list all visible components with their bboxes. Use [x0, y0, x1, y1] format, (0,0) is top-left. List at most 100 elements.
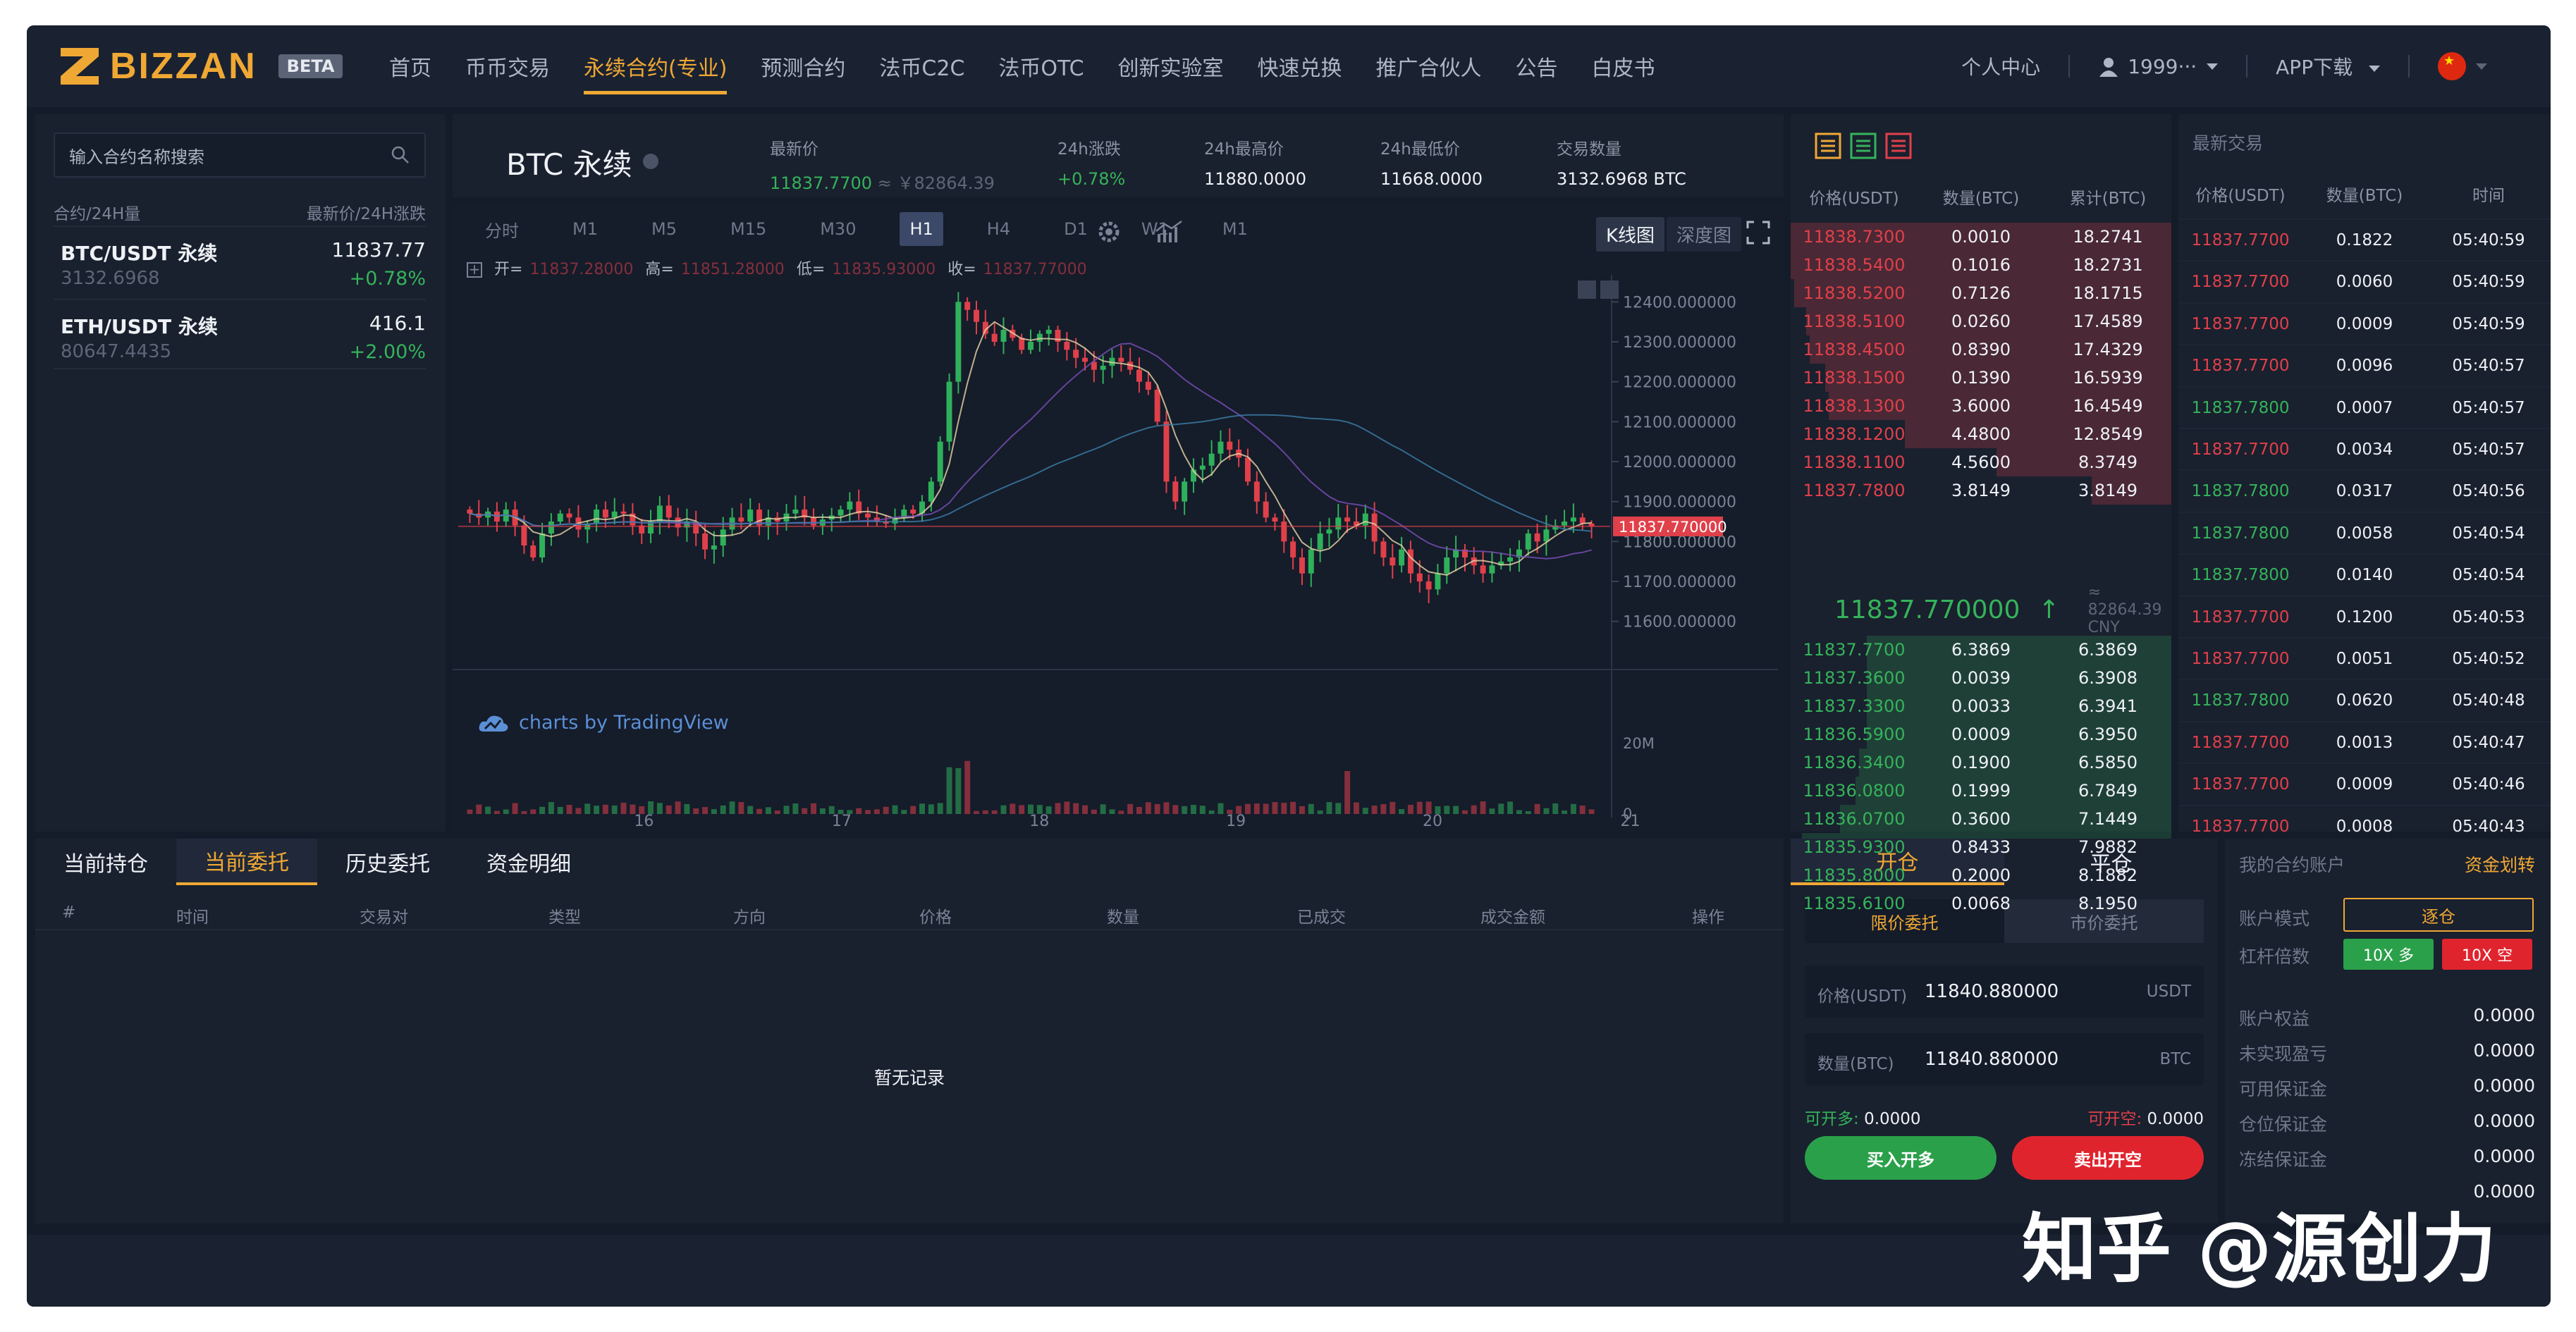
personal-center-link[interactable]: 个人中心 [1961, 52, 2040, 80]
orders-tab[interactable]: 资金明细 [458, 839, 599, 885]
logo[interactable]: BIZZAN BETA [58, 44, 354, 89]
trade-price: 11837.7700 [2191, 608, 2290, 627]
trade-qty: 0.0007 [2336, 398, 2393, 417]
quantity-input[interactable]: 数量(BTC) 11840.880000 BTC [1805, 1033, 2204, 1085]
nav-item[interactable]: 币币交易 [465, 25, 550, 107]
volume-bar [1471, 805, 1477, 814]
bid-row[interactable]: 11836.0700 0.3600 7.1449 [1791, 805, 2171, 833]
nav-item[interactable]: 白皮书 [1592, 25, 1655, 107]
bid-row[interactable]: 11836.3400 0.1900 6.5850 [1791, 748, 2171, 777]
ask-row[interactable]: 11838.7300 0.0010 18.2741 [1791, 223, 2171, 251]
candle-body [1036, 333, 1043, 342]
ask-row[interactable]: 11838.5100 0.0260 17.4589 [1791, 307, 2171, 335]
volume-bar [503, 809, 509, 814]
ask-row[interactable]: 11838.5400 0.1016 18.2731 [1791, 251, 2171, 279]
market-row[interactable]: ETH/USDT 永续 80647.4435 416.1 +2.00% [54, 299, 426, 369]
short-leverage-button[interactable]: 10X 空 [2442, 939, 2532, 970]
kline-view-button[interactable]: K线图 [1596, 217, 1665, 252]
bid-row[interactable]: 11837.3600 0.0039 6.3908 [1791, 664, 2171, 692]
timeframe-button[interactable]: M1 [1213, 212, 1258, 246]
timeframe-button[interactable]: H4 [977, 212, 1020, 246]
margin-mode-button[interactable]: 逐仓 [2343, 898, 2534, 932]
price-input[interactable]: 价格(USDT) 11840.880000 USDT [1805, 966, 2204, 1018]
nav-item[interactable]: 首页 [389, 25, 431, 107]
volume-bar [1344, 771, 1351, 814]
bid-row[interactable]: 11837.7700 6.3869 6.3869 [1791, 636, 2171, 664]
orders-tab[interactable]: 当前持仓 [35, 839, 176, 885]
market-row[interactable]: BTC/USDT 永续 3132.6968 11837.77 +0.78% [54, 226, 426, 296]
nav-item[interactable]: 快速兑换 [1258, 25, 1342, 107]
nav-divider [2408, 55, 2410, 78]
price-chart[interactable]: 12400.000000 12300.000000 12200.000000 1210… [453, 275, 1784, 832]
nav-item[interactable]: 法币OTC [998, 25, 1084, 107]
info-icon[interactable] [643, 154, 658, 169]
trade-qty: 0.0009 [2336, 314, 2393, 333]
candle-body [557, 513, 563, 522]
search-icon[interactable] [391, 145, 410, 165]
indicator-icon[interactable] [1155, 220, 1183, 244]
search-input[interactable]: 输入合约名称搜索 [54, 132, 426, 178]
ob-qty: 0.0033 [1951, 696, 2011, 716]
candle-body [1064, 342, 1070, 350]
nav-item[interactable]: 法币C2C [879, 25, 964, 107]
app-download-menu[interactable]: APP下载 [2276, 52, 2380, 80]
ask-row[interactable]: 11838.1200 4.4800 12.8549 [1791, 420, 2171, 448]
timeframe-button[interactable]: M5 [642, 212, 687, 246]
candle-body [1045, 330, 1052, 334]
nav-item[interactable]: 预测合约 [761, 25, 845, 107]
trade-time: 05:40:43 [2452, 817, 2525, 836]
bid-row[interactable]: 11836.5900 0.0009 6.3950 [1791, 720, 2171, 748]
timeframe-button[interactable]: 分时 [475, 210, 529, 249]
bid-row[interactable]: 11837.3300 0.0033 6.3941 [1791, 692, 2171, 720]
ask-row[interactable]: 11838.4500 0.8390 17.4329 [1791, 335, 2171, 364]
sell-short-button[interactable]: 卖出开空 [2012, 1136, 2204, 1180]
orderbook-both-icon[interactable] [1815, 132, 1841, 159]
x-tick-label: 21 [1620, 813, 1640, 830]
nav-item[interactable]: 公告 [1516, 25, 1558, 107]
ask-row[interactable]: 11838.1500 0.1390 16.5939 [1791, 364, 2171, 392]
ask-row[interactable]: 11837.7800 3.8149 3.8149 [1791, 476, 2171, 505]
depth-view-button[interactable]: 深度图 [1667, 217, 1742, 252]
nav-item[interactable]: 创新实验室 [1118, 25, 1224, 107]
trade-time: 05:40:54 [2452, 524, 2525, 543]
orders-tab[interactable]: 历史委托 [317, 839, 458, 885]
timeframe-button[interactable]: D1 [1054, 212, 1098, 246]
timeframe-button[interactable]: M1 [563, 212, 608, 246]
candle-body [1480, 565, 1486, 574]
bid-row[interactable]: 11836.0800 0.1999 6.7849 [1791, 777, 2171, 805]
chart-scale-button[interactable] [1578, 280, 1596, 299]
candles [467, 292, 1595, 603]
user-menu[interactable]: 1999··· [2098, 55, 2219, 78]
ask-row[interactable]: 11838.1100 4.5600 8.3749 [1791, 448, 2171, 476]
chart-scale-button[interactable] [1600, 280, 1619, 299]
fund-transfer-link[interactable]: 资金划转 [2465, 851, 2535, 877]
timeframe-button[interactable]: M30 [810, 212, 866, 246]
ob-qty: 0.0068 [1951, 894, 2011, 913]
long-leverage-button[interactable]: 10X 多 [2343, 939, 2434, 970]
ask-row[interactable]: 11838.5200 0.7126 18.1715 [1791, 279, 2171, 307]
volume-bar [1154, 803, 1160, 814]
fullscreen-icon[interactable] [1746, 220, 1771, 245]
tradingview-credit[interactable]: charts by TradingView [478, 712, 729, 734]
candle-body [1579, 517, 1586, 524]
market-volume: 80647.4435 [61, 341, 172, 362]
timeframe-button[interactable]: M15 [720, 212, 776, 246]
ask-row[interactable]: 11838.1300 3.6000 16.4549 [1791, 392, 2171, 420]
trade-row: 11837.7700 0.0034 05:40:57 [2178, 428, 2551, 470]
ob-price: 11835.6100 [1803, 894, 1906, 913]
language-selector[interactable] [2438, 52, 2487, 80]
volume-bar [883, 806, 889, 814]
orderbook-asks-icon[interactable] [1885, 132, 1912, 159]
timeframe-button[interactable]: H1 [900, 212, 943, 246]
available-short: 可开空: 0.0000 [2087, 1105, 2204, 1129]
trade-time: 05:40:59 [2452, 314, 2525, 333]
orderbook-bids-icon[interactable] [1850, 132, 1877, 159]
orders-tab[interactable]: 当前委托 [176, 839, 317, 885]
mid-price: 11837.770000 [1834, 595, 2020, 624]
buy-long-button[interactable]: 买入开多 [1805, 1136, 1997, 1180]
nav-item[interactable]: 推广合伙人 [1376, 25, 1482, 107]
user-icon [2099, 58, 2118, 77]
candle-body [1507, 557, 1514, 562]
nav-item[interactable]: 永续合约(专业) [584, 25, 728, 107]
settings-gear-icon[interactable] [1096, 218, 1122, 245]
